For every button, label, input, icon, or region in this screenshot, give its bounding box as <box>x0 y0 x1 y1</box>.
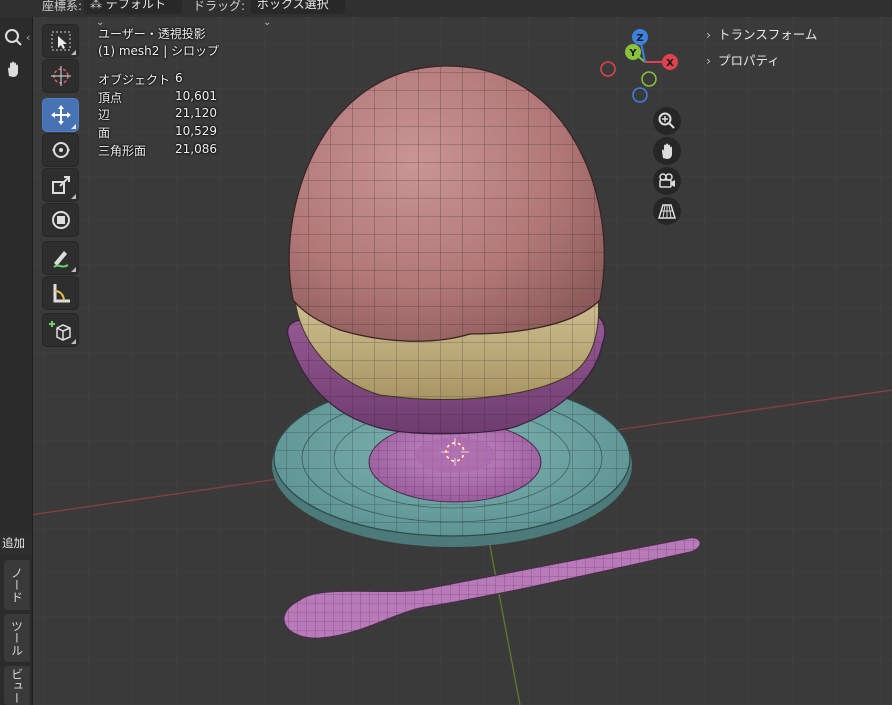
stat-faces-value: 10,529 <box>175 124 217 138</box>
cursor-tool[interactable] <box>42 59 79 93</box>
viewport-canvas[interactable]: X Y Z <box>0 0 892 705</box>
zoom-icon[interactable] <box>0 25 25 49</box>
panel-properties[interactable]: › プロパティ <box>706 50 780 69</box>
zoom-view-button[interactable] <box>653 107 681 135</box>
tab-node[interactable]: ノード <box>4 560 30 610</box>
cursor-icon <box>50 66 71 86</box>
drag-value: ボックス選択 <box>257 0 329 11</box>
pan-hand-icon[interactable] <box>0 57 25 81</box>
add-cube-icon <box>48 321 71 341</box>
panel-transform-label: トランスフォーム <box>718 27 818 42</box>
view-name: ユーザー・透視投影 <box>98 27 206 41</box>
stat-objects-value: 6 <box>175 71 183 85</box>
orientation-value: デフォルト <box>105 0 166 11</box>
annotate-icon <box>52 251 69 268</box>
drag-label: ドラッグ: <box>193 0 246 13</box>
stat-triangles-value: 21,086 <box>175 142 217 156</box>
gizmo-y-label: Y <box>628 48 637 59</box>
add-cube-tool[interactable] <box>42 313 79 347</box>
orientation-label: 座標系: <box>42 0 83 13</box>
panel-transform[interactable]: › トランスフォーム <box>706 24 817 43</box>
scale-icon <box>51 176 70 194</box>
zoom-icon <box>658 112 675 129</box>
annotate-tool[interactable] <box>42 241 79 275</box>
pan-hand-icon <box>662 143 672 159</box>
measure-icon <box>53 284 70 303</box>
measure-tool[interactable] <box>42 276 79 310</box>
chevron-right-icon: › <box>706 27 711 42</box>
gizmo-z-label: Z <box>636 33 643 44</box>
perspective-toggle-button[interactable] <box>653 197 681 225</box>
transform-icon <box>51 211 70 229</box>
tab-tool[interactable]: ツール <box>4 614 30 662</box>
left-strip: ‹ 追加 ノード ツール ビュー <box>0 17 33 705</box>
chevron-down-icon: ⌄ <box>263 17 272 28</box>
drag-dropdown[interactable]: ボックス選択 ⌄ <box>251 0 345 28</box>
select-box-icon <box>51 31 70 51</box>
move-icon <box>50 105 71 125</box>
stat-edges-label: 辺 <box>98 108 111 122</box>
stat-edges-value: 21,120 <box>175 106 217 120</box>
viewport-header: 座標系: ⁂ デフォルト ⌄ ドラッグ: ボックス選択 ⌄ <box>0 0 892 28</box>
transform-tool[interactable] <box>42 203 79 237</box>
grid-perspective-icon <box>658 204 676 219</box>
camera-icon <box>659 173 675 188</box>
stat-objects-label: オブジェクト <box>98 73 171 87</box>
camera-view-button[interactable] <box>653 167 681 195</box>
active-object-label: (1) mesh2 | シロップ <box>98 44 220 58</box>
orientation-dropdown[interactable]: ⁂ デフォルト ⌄ <box>84 0 182 28</box>
rotate-tool[interactable] <box>42 133 79 167</box>
pan-view-button[interactable] <box>653 137 681 165</box>
tab-view[interactable]: ビュー <box>4 666 30 705</box>
stat-vertices-value: 10,601 <box>175 89 217 103</box>
stat-triangles-label: 三角形面 <box>98 144 147 158</box>
select-box-tool[interactable] <box>42 24 79 58</box>
stat-faces-label: 面 <box>98 126 111 140</box>
move-tool[interactable] <box>42 98 79 132</box>
rotate-icon <box>51 142 70 158</box>
stat-vertices-label: 頂点 <box>98 91 123 105</box>
chevron-right-icon: › <box>706 53 711 68</box>
gizmo-x-label: X <box>666 58 674 69</box>
collapse-arrow-icon[interactable]: ‹ <box>26 31 30 44</box>
3d-viewport[interactable]: X Y Z 座標系: ⁂ デフォルト ⌄ ドラッグ: ボックス選択 ⌄ ‹ 追加… <box>0 0 892 705</box>
panel-properties-label: プロパティ <box>718 53 780 68</box>
add-menu[interactable]: 追加 <box>0 532 32 554</box>
orientation-icon: ⁂ <box>90 0 102 11</box>
scale-tool[interactable] <box>42 168 79 202</box>
